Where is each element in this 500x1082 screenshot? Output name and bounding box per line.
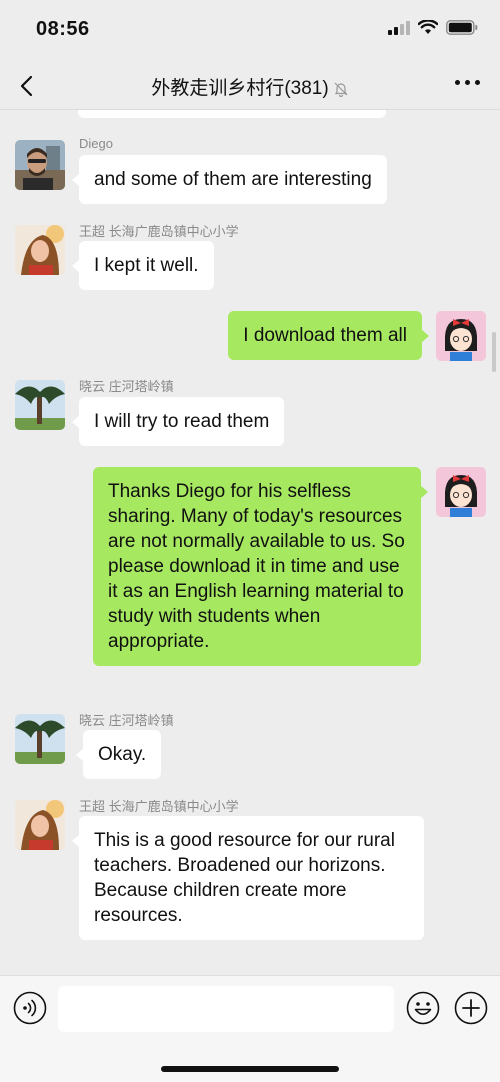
- sender-name: 晓云 庄河塔岭镇: [79, 379, 174, 394]
- avatar-diego[interactable]: [15, 140, 65, 190]
- message-bubble[interactable]: Okay.: [75, 730, 162, 779]
- message-bubble[interactable]: and some of them are interesting: [72, 155, 387, 204]
- home-indicator[interactable]: [161, 1066, 339, 1072]
- avatar-wang-chao[interactable]: [15, 225, 65, 275]
- battery-icon: [446, 20, 478, 35]
- message-text: I will try to read them: [94, 411, 270, 432]
- message-bubble[interactable]: I kept it well.: [72, 241, 214, 290]
- avatar-xiao-yun[interactable]: [15, 380, 65, 430]
- avatar-self[interactable]: [436, 311, 486, 361]
- avatar-xiao-yun[interactable]: [15, 714, 65, 764]
- message-bubble[interactable]: I will try to read them: [71, 397, 285, 446]
- sender-name: 晓云 庄河塔岭镇: [79, 713, 174, 728]
- message-text: Okay.: [98, 744, 147, 765]
- group-name: 外教走训乡村行(381): [151, 78, 329, 99]
- avatar-wang-chao[interactable]: [15, 800, 65, 850]
- sender-name: 王超 长海广鹿岛镇中心小学: [79, 224, 239, 239]
- sender-name: 王超 长海广鹿岛镇中心小学: [79, 799, 239, 814]
- scroll-indicator[interactable]: [492, 332, 496, 372]
- message-list[interactable]: Diego and some of them are interesting 王…: [0, 110, 500, 975]
- plus-icon[interactable]: [454, 991, 488, 1025]
- cellular-signal-icon: [388, 20, 410, 35]
- avatar-self[interactable]: [436, 467, 486, 517]
- message-bubble[interactable]: I download them all: [228, 311, 429, 360]
- chat-title: 外教走训乡村行(381): [0, 73, 500, 100]
- message-text: I kept it well.: [94, 255, 199, 276]
- wifi-icon: [418, 20, 438, 34]
- chat-header: 外教走训乡村行(381): [0, 60, 500, 110]
- message-input[interactable]: [58, 986, 394, 1032]
- message-bubble[interactable]: Thanks Diego for his selfless sharing. M…: [93, 467, 428, 666]
- message-text: I download them all: [243, 325, 407, 346]
- message-text: Thanks Diego for his selfless sharing. M…: [108, 481, 405, 652]
- sender-name: Diego: [79, 136, 113, 151]
- emoji-icon[interactable]: [406, 991, 440, 1025]
- previous-message-bubble: [78, 110, 386, 118]
- status-icons: [388, 20, 478, 35]
- voice-icon[interactable]: [13, 991, 47, 1025]
- message-text: and some of them are interesting: [94, 169, 372, 190]
- status-bar: 08:56: [0, 0, 500, 60]
- more-icon[interactable]: [455, 80, 480, 85]
- bell-off-icon: [334, 82, 348, 97]
- message-text: This is a good resource for our rural te…: [94, 830, 395, 926]
- status-time: 08:56: [36, 18, 90, 40]
- message-bubble[interactable]: This is a good resource for our rural te…: [72, 816, 424, 940]
